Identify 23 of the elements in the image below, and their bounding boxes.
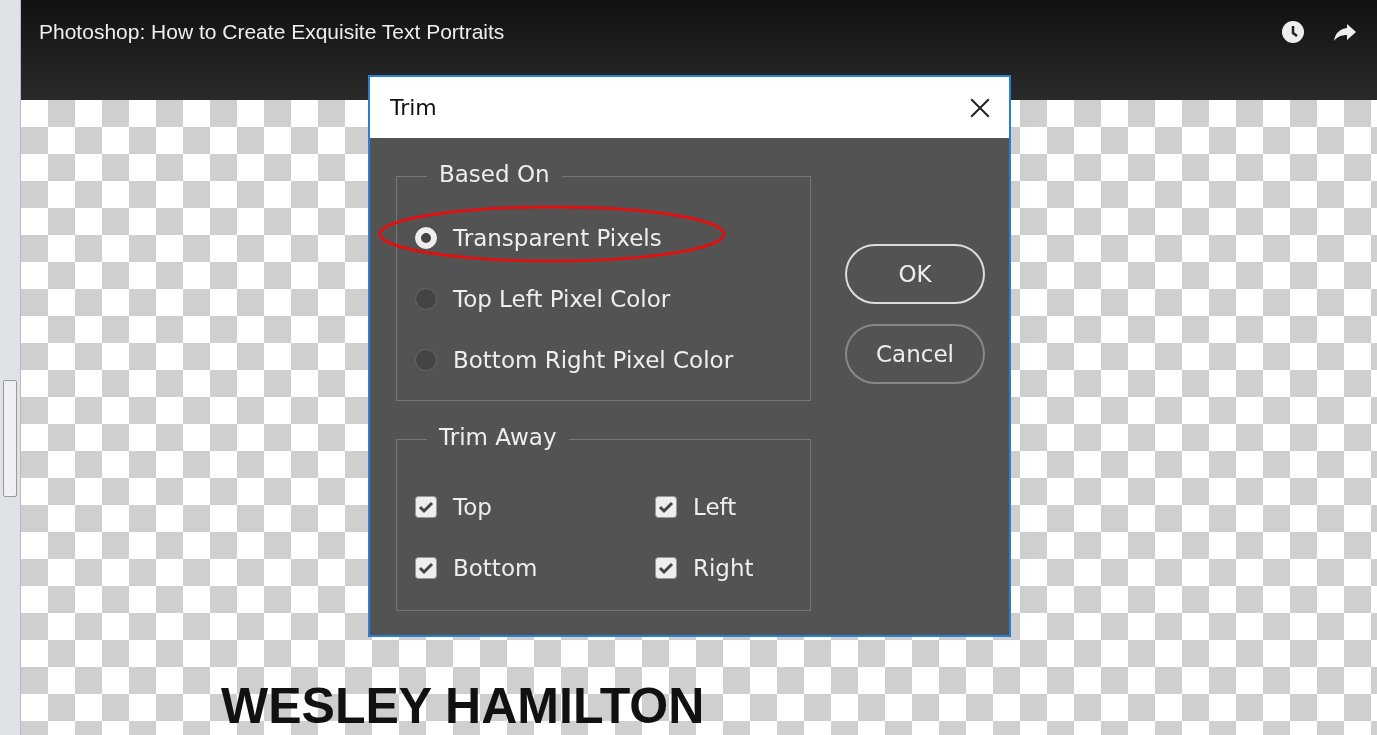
radio-option[interactable]: Transparent Pixels xyxy=(415,207,810,268)
radio-button[interactable] xyxy=(415,287,437,310)
radio-button[interactable] xyxy=(415,348,437,371)
checkbox[interactable] xyxy=(655,556,677,579)
scrollbar[interactable] xyxy=(0,0,21,735)
checkbox[interactable] xyxy=(415,495,437,518)
radio-option[interactable]: Bottom Right Pixel Color xyxy=(415,329,810,390)
scrollbar-thumb[interactable] xyxy=(3,380,17,497)
close-icon[interactable] xyxy=(969,96,991,119)
video-title[interactable]: Photoshop: How to Create Exquisite Text Portraits xyxy=(39,20,1253,44)
cancel-button[interactable]: Cancel xyxy=(845,324,985,384)
radio-option[interactable]: Top Left Pixel Color xyxy=(415,268,810,329)
checkbox-option[interactable]: Top xyxy=(415,476,655,537)
group-label: Trim Away xyxy=(427,424,569,450)
checkbox-option[interactable]: Right xyxy=(655,537,810,598)
caption-text: WESLEY HAMILTON xyxy=(221,681,705,731)
checkbox-option[interactable]: Bottom xyxy=(415,537,655,598)
checkbox[interactable] xyxy=(655,495,677,518)
ok-button[interactable]: OK xyxy=(845,244,985,304)
checkbox[interactable] xyxy=(415,556,437,579)
clock-icon[interactable] xyxy=(1281,20,1305,44)
checkbox-option[interactable]: Left xyxy=(655,476,810,537)
dialog-title: Trim xyxy=(390,95,437,120)
